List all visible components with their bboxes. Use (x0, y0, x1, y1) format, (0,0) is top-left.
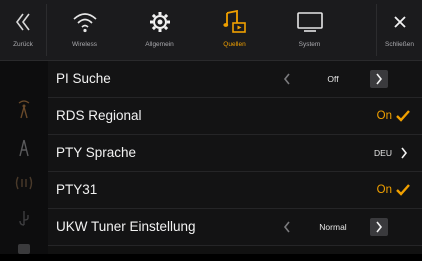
row-value: Off (327, 74, 339, 84)
tab-back[interactable]: Zurück (0, 0, 46, 60)
row-pty31[interactable]: PTY31 On (48, 172, 422, 209)
wifi-icon (72, 9, 98, 35)
toggle-value: On (376, 110, 392, 122)
top-tab-bar: Zurück Wireless Allgemein Quellen System… (0, 0, 422, 61)
increment-button[interactable] (370, 218, 388, 236)
row-value: DEU (374, 148, 392, 158)
chevron-right-icon (401, 147, 408, 159)
tab-label: Schließen (385, 41, 414, 48)
tab-system[interactable]: System (272, 0, 347, 60)
chevron-left-icon (283, 73, 290, 85)
tab-quellen[interactable]: Quellen (197, 0, 272, 60)
usb-icon (12, 207, 36, 231)
monitor-icon (296, 9, 324, 35)
gear-icon (149, 9, 171, 35)
row-value: Normal (319, 222, 347, 232)
decrement-button[interactable] (278, 70, 296, 88)
row-rds-regional[interactable]: RDS Regional On (48, 98, 422, 135)
tab-label: System (298, 41, 321, 48)
music-source-icon (222, 9, 247, 35)
dab-wave-icon (12, 171, 36, 195)
chevron-left-icon (283, 221, 290, 233)
tab-label: Allgemein (145, 41, 174, 48)
tab-label: Quellen (223, 41, 246, 48)
antenna-tower-icon (12, 135, 36, 159)
hdmi-icon (12, 237, 36, 261)
antenna-icon (12, 97, 36, 121)
row-ukw-tuner: UKW Tuner Einstellung Normal (48, 209, 422, 246)
chevron-right-icon (376, 221, 383, 233)
row-pi-suche: PI Suche Off (48, 61, 422, 98)
row-title: PTY31 (56, 182, 98, 197)
tab-wireless[interactable]: Wireless (47, 0, 122, 60)
tab-allgemein[interactable]: Allgemein (122, 0, 197, 60)
row-title: PI Suche (56, 71, 111, 86)
tab-close[interactable]: Schließen (377, 0, 422, 60)
row-title: RDS Regional (56, 108, 142, 123)
row-title: UKW Tuner Einstellung (56, 219, 196, 234)
decrement-button[interactable] (278, 218, 296, 236)
toggle-value: On (376, 184, 392, 196)
row-pty-sprache[interactable]: PTY Sprache DEU (48, 135, 422, 172)
chevrons-left-icon (15, 9, 31, 35)
tab-label: Wireless (72, 41, 97, 48)
settings-list: PI Suche Off RDS Regional On PTY Sprache… (48, 61, 422, 246)
tab-label: Zurück (13, 41, 33, 48)
row-title: PTY Sprache (56, 145, 137, 160)
chevron-right-icon (376, 73, 383, 85)
settings-screen: Zurück Wireless Allgemein Quellen System… (0, 0, 422, 254)
source-side-strip (0, 61, 48, 254)
checkmark-icon (396, 184, 410, 196)
checkmark-icon (396, 110, 410, 122)
increment-button[interactable] (370, 70, 388, 88)
close-icon (392, 9, 408, 35)
